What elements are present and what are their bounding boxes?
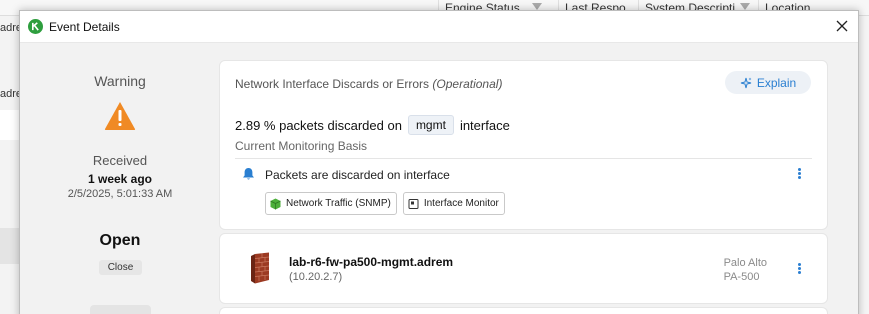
- device-model: PA-500: [723, 271, 760, 283]
- sparkle-icon: [740, 77, 752, 88]
- event-summary-pane: Warning Received 1 week ago 2/5/2025, 5:…: [20, 43, 220, 314]
- background-band: [0, 110, 20, 140]
- device-name[interactable]: lab-r6-fw-pa500-mgmt.adrem: [289, 255, 453, 269]
- close-dialog-button[interactable]: [834, 18, 850, 34]
- interface-chip[interactable]: mgmt: [407, 115, 454, 135]
- app-logo-icon: [28, 19, 43, 34]
- received-timestamp: 2/5/2025, 5:01:33 AM: [67, 188, 173, 200]
- bell-icon: [243, 168, 254, 180]
- next-card: [219, 307, 828, 314]
- row-label: adre: [0, 22, 20, 34]
- close-icon: [836, 20, 848, 32]
- received-label: Received: [92, 153, 148, 168]
- monitor-icon: [408, 198, 419, 209]
- event-type-status: (Operational): [432, 77, 503, 91]
- secondary-action-button[interactable]: [90, 305, 151, 314]
- event-metric: 2.89 % packets discarded on mgmt interfa…: [235, 115, 510, 135]
- filter-icon[interactable]: [532, 3, 542, 10]
- event-message: Packets are discarded on interface: [265, 168, 450, 182]
- event-more-menu-button[interactable]: [794, 167, 804, 180]
- tag-label: Network Traffic (SNMP): [286, 198, 391, 209]
- explain-button[interactable]: Explain: [725, 71, 811, 94]
- dialog-body: Warning Received 1 week ago 2/5/2025, 5:…: [20, 43, 858, 314]
- background-band: [0, 228, 20, 264]
- divider: [235, 158, 812, 159]
- device-card[interactable]: lab-r6-fw-pa500-mgmt.adrem (10.20.2.7) P…: [219, 233, 828, 304]
- event-type: Network Interface Discards or Errors (Op…: [235, 77, 502, 91]
- device-vendor-model: Palo Alto PA-500: [724, 256, 767, 284]
- cube-icon: [270, 198, 281, 209]
- filter-icon[interactable]: [740, 3, 750, 10]
- row-label: adre: [0, 88, 20, 100]
- explain-label: Explain: [756, 75, 797, 90]
- close-event-button[interactable]: Close: [99, 260, 142, 275]
- metric-value: 2.89 % packets discarded on: [235, 117, 402, 133]
- dialog-titlebar: Event Details: [20, 11, 858, 43]
- received-relative-time: 1 week ago: [87, 172, 153, 186]
- tag-network-traffic[interactable]: Network Traffic (SNMP): [265, 192, 397, 215]
- background-row: adre: [0, 22, 20, 62]
- monitoring-basis: Current Monitoring Basis: [235, 139, 368, 153]
- event-type-name: Network Interface Discards or Errors: [235, 77, 430, 91]
- firewall-icon: [251, 252, 270, 284]
- dialog-title: Event Details: [49, 19, 120, 34]
- tag-label: Interface Monitor: [423, 198, 499, 209]
- tag-interface-monitor[interactable]: Interface Monitor: [402, 192, 505, 215]
- device-more-menu-button[interactable]: [794, 262, 804, 275]
- background-scroll-area: [858, 16, 869, 314]
- event-card: Network Interface Discards or Errors (Op…: [219, 60, 828, 230]
- monitor-tags: Network Traffic (SNMP) Interface Monitor: [265, 192, 505, 215]
- metric-suffix: interface: [459, 117, 510, 133]
- event-details-dialog: Event Details Warning Received 1 week ag…: [19, 10, 859, 314]
- warning-icon: [104, 102, 136, 130]
- severity-label: Warning: [94, 73, 146, 89]
- device-ip: (10.20.2.7): [289, 271, 343, 283]
- event-state: Open: [99, 232, 141, 249]
- device-vendor: Palo Alto: [723, 257, 767, 269]
